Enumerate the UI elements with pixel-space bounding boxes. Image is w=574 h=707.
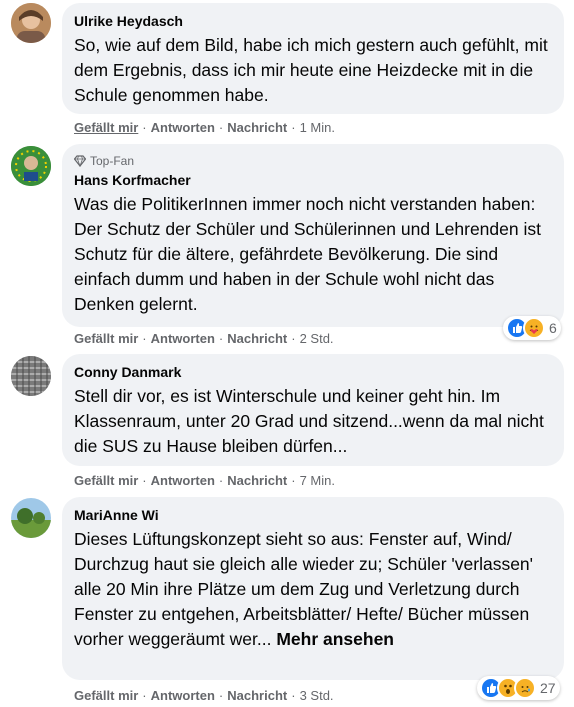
care-reaction-icon bbox=[523, 317, 545, 339]
comment-actions: Gefällt mir · Antworten · Nachricht · 1 Min. bbox=[74, 120, 335, 136]
comment-bubble: Conny Danmark Stell dir vor, es ist Wint… bbox=[62, 354, 564, 466]
separator: · bbox=[218, 120, 224, 135]
avatar[interactable] bbox=[11, 3, 51, 43]
reply-link[interactable]: Antworten bbox=[151, 120, 215, 135]
top-fan-label: Top-Fan bbox=[90, 154, 135, 168]
reaction-summary[interactable]: 27 bbox=[477, 676, 560, 700]
comment-text: So, wie auf dem Bild, habe ich mich gest… bbox=[74, 35, 548, 105]
comment-actions: Gefällt mir · Antworten · Nachricht · 3 Std. bbox=[74, 688, 334, 704]
reply-link[interactable]: Antworten bbox=[151, 473, 215, 488]
like-link[interactable]: Gefällt mir bbox=[74, 331, 138, 346]
avatar[interactable] bbox=[11, 146, 51, 186]
avatar-image bbox=[11, 498, 51, 538]
reply-link[interactable]: Antworten bbox=[151, 331, 215, 346]
comment-bubble: Ulrike Heydasch So, wie auf dem Bild, ha… bbox=[62, 3, 564, 114]
like-link[interactable]: Gefällt mir bbox=[74, 120, 138, 135]
separator: · bbox=[291, 120, 296, 135]
reaction-summary[interactable]: 6 bbox=[503, 316, 561, 340]
like-link[interactable]: Gefällt mir bbox=[74, 688, 138, 703]
message-link[interactable]: Nachricht bbox=[227, 120, 287, 135]
reply-link[interactable]: Antworten bbox=[151, 688, 215, 703]
comment-author[interactable]: Ulrike Heydasch bbox=[74, 12, 552, 30]
comment-bubble: Top-Fan Hans Korfmacher Was die Politike… bbox=[62, 144, 564, 327]
separator: · bbox=[142, 331, 147, 346]
comment-author[interactable]: Conny Danmark bbox=[74, 363, 552, 381]
diamond-icon bbox=[74, 155, 86, 167]
separator: · bbox=[291, 688, 296, 703]
separator: · bbox=[291, 331, 296, 346]
comment-author[interactable]: MariAnne Wi bbox=[74, 506, 552, 524]
sad-reaction-icon bbox=[514, 677, 536, 699]
comment-time[interactable]: 3 Std. bbox=[300, 688, 334, 703]
see-more-link[interactable]: Mehr ansehen bbox=[276, 629, 394, 649]
separator: · bbox=[291, 473, 296, 488]
reaction-count: 6 bbox=[549, 320, 557, 336]
comment-time[interactable]: 2 Std. bbox=[300, 331, 334, 346]
reaction-count: 27 bbox=[540, 680, 556, 696]
top-fan-badge: Top-Fan bbox=[74, 153, 552, 169]
comment-author[interactable]: Hans Korfmacher bbox=[74, 171, 552, 189]
separator: · bbox=[142, 688, 147, 703]
separator: · bbox=[218, 473, 224, 488]
avatar[interactable] bbox=[11, 356, 51, 396]
separator: · bbox=[142, 473, 147, 488]
avatar-image bbox=[11, 3, 51, 43]
separator: · bbox=[218, 331, 224, 346]
comment-actions: Gefällt mir · Antworten · Nachricht · 7 Min. bbox=[74, 473, 335, 489]
avatar-image bbox=[11, 356, 51, 396]
avatar-image bbox=[11, 146, 51, 186]
avatar[interactable] bbox=[11, 498, 51, 538]
message-link[interactable]: Nachricht bbox=[227, 331, 287, 346]
comment-text: Dieses Lüftungskonzept sieht so aus: Fen… bbox=[74, 527, 552, 652]
comment-text: Stell dir vor, es ist Winterschule und k… bbox=[74, 386, 544, 456]
comment-actions: Gefällt mir · Antworten · Nachricht · 2 Std. bbox=[74, 331, 334, 347]
comment-time[interactable]: 7 Min. bbox=[300, 473, 335, 488]
message-link[interactable]: Nachricht bbox=[227, 473, 287, 488]
message-link[interactable]: Nachricht bbox=[227, 688, 287, 703]
separator: · bbox=[142, 120, 147, 135]
like-link[interactable]: Gefällt mir bbox=[74, 473, 138, 488]
separator: · bbox=[218, 688, 224, 703]
comment-time[interactable]: 1 Min. bbox=[300, 120, 335, 135]
comment-bubble: MariAnne Wi Dieses Lüftungskonzept sieht… bbox=[62, 497, 564, 680]
comment-text: Was die PolitikerInnen immer noch nicht … bbox=[74, 194, 541, 314]
